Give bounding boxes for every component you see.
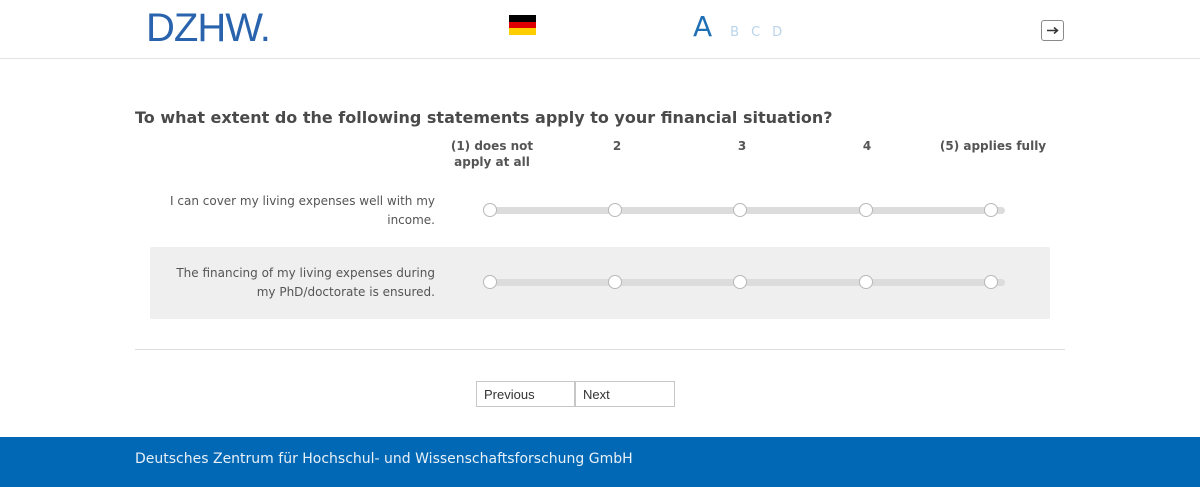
scale-label-3: 3: [737, 139, 747, 153]
font-size-b[interactable]: B: [730, 25, 739, 40]
footer: Deutsches Zentrum für Hochschul- und Wis…: [0, 437, 1200, 487]
question-row-2: The financing of my living expenses duri…: [150, 247, 1050, 319]
font-size-switcher: A BCD: [693, 10, 794, 50]
scale-label-1: (1) does not apply at all: [450, 139, 534, 169]
slider-track-2[interactable]: [490, 279, 1005, 286]
question-title: To what extent do the following statemen…: [135, 108, 833, 127]
dzhw-logo: DZHW.: [146, 6, 271, 50]
radio-row2-option4[interactable]: [859, 275, 873, 289]
font-size-a[interactable]: A: [693, 10, 712, 43]
row-label-1: I can cover my living expenses well with…: [170, 194, 435, 227]
question-row-1: I can cover my living expenses well with…: [150, 176, 1050, 248]
german-flag-icon[interactable]: [509, 15, 536, 35]
next-button[interactable]: Next: [575, 381, 675, 407]
font-size-c[interactable]: C: [751, 25, 760, 40]
radio-row1-option2[interactable]: [608, 203, 622, 217]
scale-label-5: (5) applies fully: [939, 139, 1047, 153]
logout-button[interactable]: [1041, 20, 1064, 41]
previous-button[interactable]: Previous: [476, 381, 575, 407]
radio-row2-option1[interactable]: [483, 275, 497, 289]
footer-text: Deutsches Zentrum für Hochschul- und Wis…: [135, 451, 633, 467]
radio-row2-option2[interactable]: [608, 275, 622, 289]
slider-track-1[interactable]: [490, 207, 1005, 214]
radio-row2-option5[interactable]: [984, 275, 998, 289]
logout-icon: [1047, 26, 1059, 35]
font-size-d[interactable]: D: [772, 25, 782, 40]
radio-row2-option3[interactable]: [733, 275, 747, 289]
radio-row1-option5[interactable]: [984, 203, 998, 217]
row-label-2: The financing of my living expenses duri…: [176, 266, 435, 299]
divider: [135, 349, 1065, 350]
scale-label-4: 4: [862, 139, 872, 153]
header: DZHW. A BCD: [0, 0, 1200, 59]
flag-stripe-red: [509, 21, 536, 29]
scale-label-2: 2: [612, 139, 622, 153]
radio-row1-option1[interactable]: [483, 203, 497, 217]
flag-stripe-black: [509, 15, 536, 22]
radio-row1-option3[interactable]: [733, 203, 747, 217]
radio-row1-option4[interactable]: [859, 203, 873, 217]
flag-stripe-gold: [509, 28, 536, 35]
